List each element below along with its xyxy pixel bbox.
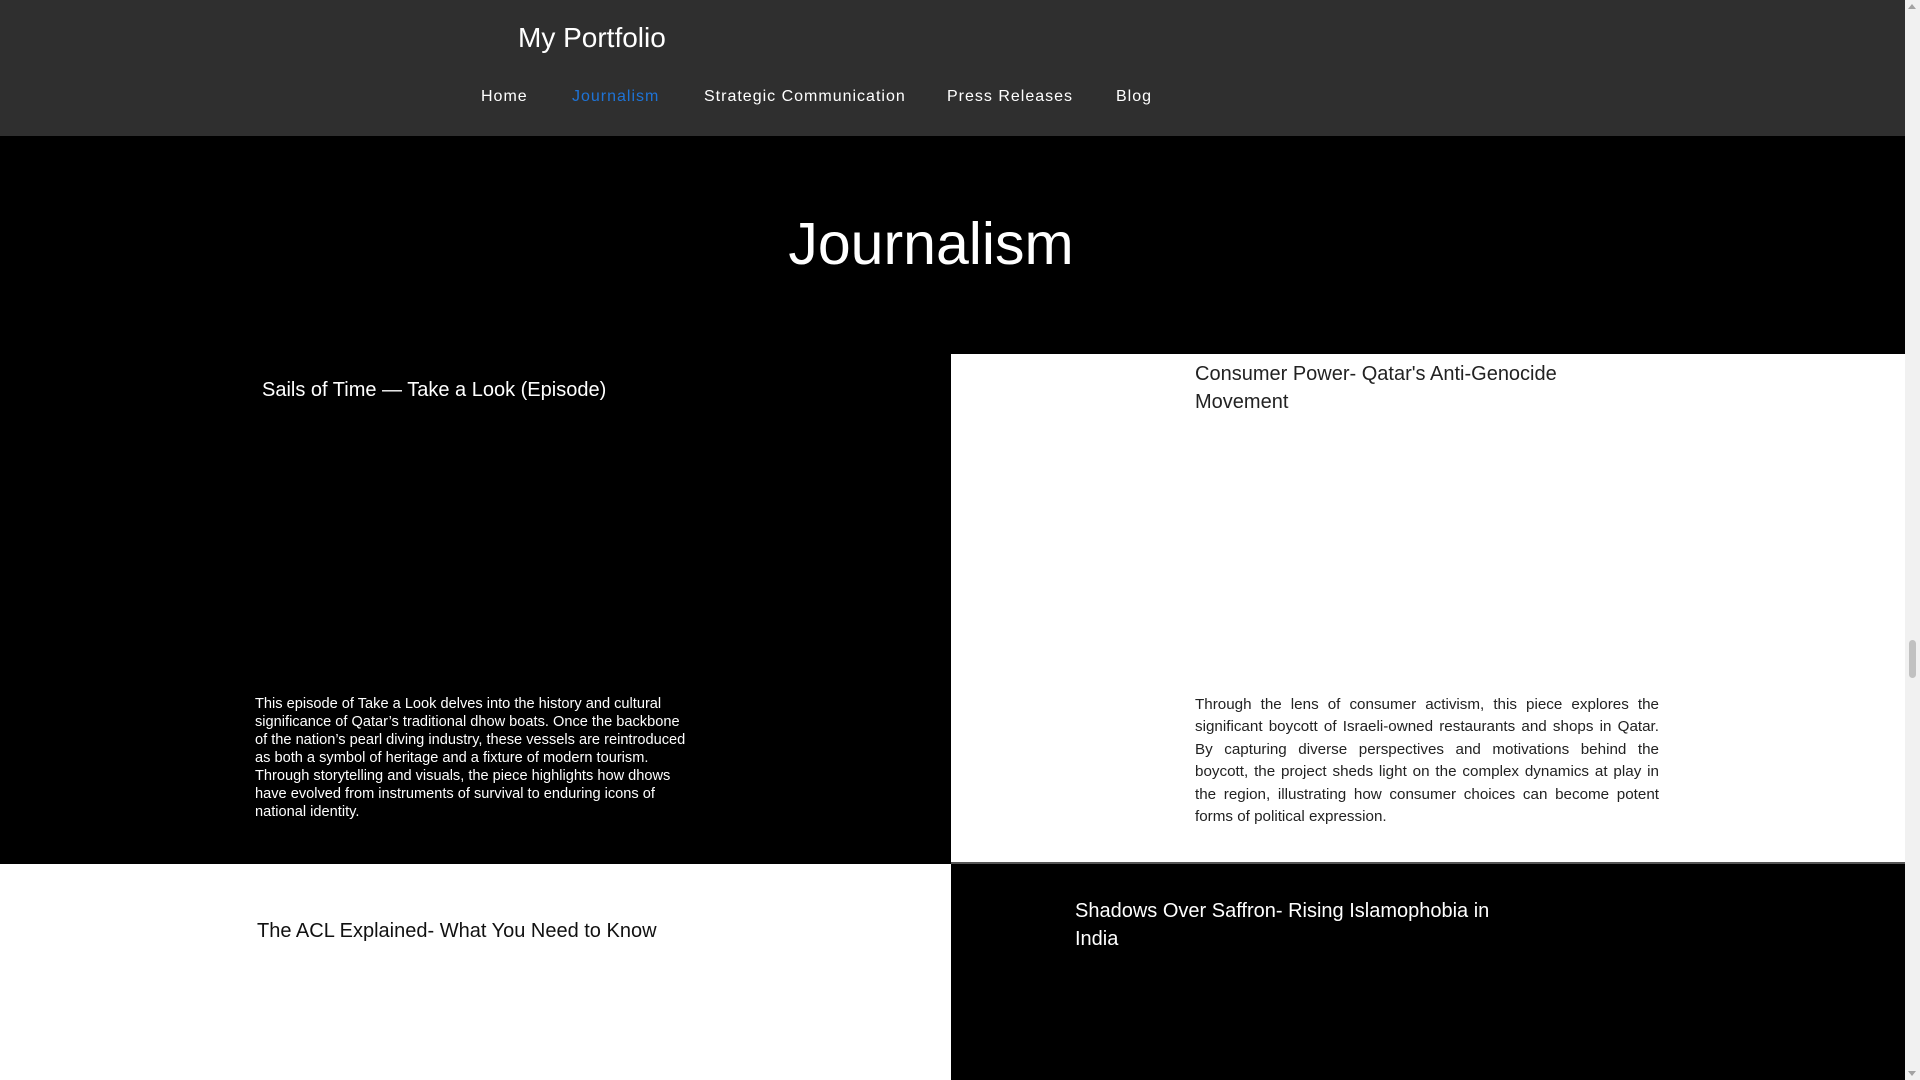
project-card-sails-of-time: Sails of Time — Take a Look (Episode) Th…: [0, 354, 951, 862]
project-description: This episode of Take a Look delves into …: [255, 696, 686, 820]
hero-section: Journalism: [0, 136, 1905, 354]
main-nav: Home Journalism Strategic Communication …: [0, 88, 1905, 112]
site-title[interactable]: My Portfolio: [518, 22, 666, 54]
project-title[interactable]: Consumer Power- Qatar's Anti-Genocide Mo…: [1195, 360, 1625, 416]
scroll-up-arrow-icon[interactable]: [1908, 4, 1916, 9]
nav-journalism[interactable]: Journalism: [572, 88, 659, 106]
nav-strategic-communication[interactable]: Strategic Communication: [704, 88, 906, 106]
scroll-down-arrow-icon[interactable]: [1908, 1071, 1916, 1076]
nav-blog[interactable]: Blog: [1116, 88, 1152, 106]
project-card-consumer-power: Consumer Power- Qatar's Anti-Genocide Mo…: [951, 354, 1905, 862]
site-header: My Portfolio Home Journalism Strategic C…: [0, 0, 1905, 136]
project-card-shadows-over-saffron: Shadows Over Saffron- Rising Islamophobi…: [952, 864, 1905, 1080]
page-scrollbar[interactable]: [1905, 0, 1920, 1080]
project-card-acl-explained: The ACL Explained- What You Need to Know: [0, 864, 951, 1080]
nav-press-releases[interactable]: Press Releases: [947, 88, 1073, 106]
project-title[interactable]: The ACL Explained- What You Need to Know: [257, 917, 857, 945]
page-title: Journalism: [788, 211, 1074, 277]
project-title[interactable]: Shadows Over Saffron- Rising Islamophobi…: [1075, 897, 1515, 953]
nav-home[interactable]: Home: [481, 88, 528, 106]
scrollbar-thumb[interactable]: [1909, 640, 1916, 678]
project-description: Through the lens of consumer activism, t…: [1195, 696, 1659, 826]
project-title[interactable]: Sails of Time — Take a Look (Episode): [262, 376, 882, 404]
